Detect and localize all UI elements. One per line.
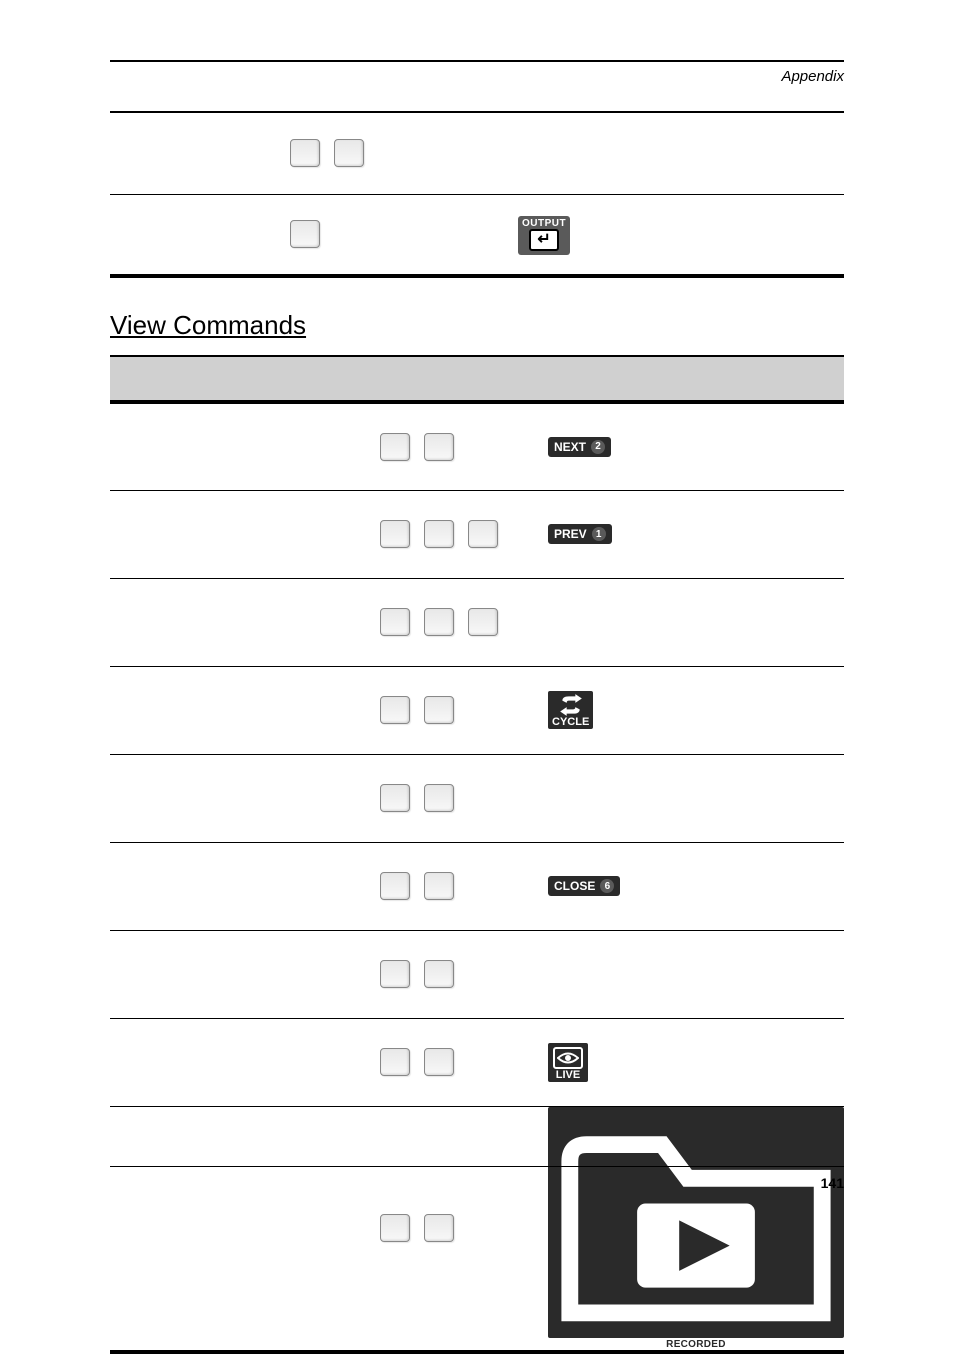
output-label: OUTPUT — [522, 218, 566, 229]
table-row — [110, 112, 844, 194]
keyboard-key-icon — [380, 960, 410, 988]
table-row: RECORDED — [110, 1106, 844, 1352]
keyboard-key-icon — [380, 433, 410, 461]
return-arrow-icon: ↵ — [529, 229, 559, 251]
button-number-badge: 6 — [600, 879, 614, 893]
keyboard-key-icon — [424, 784, 454, 812]
keyboard-key-icon — [290, 220, 320, 248]
recorded-button: RECORDED — [530, 1107, 844, 1351]
key-group — [360, 433, 530, 461]
header-rule — [110, 60, 844, 62]
section-heading: View Commands — [110, 310, 844, 341]
keyboard-key-icon — [424, 696, 454, 724]
key-group — [360, 608, 530, 636]
button-label: NEXT — [554, 440, 586, 454]
header-section-label: Appendix — [110, 68, 844, 85]
keyboard-key-icon — [380, 696, 410, 724]
keyboard-key-icon — [334, 139, 364, 167]
view-commands-table: NEXT 2 PREV 1 CYCLE CLOSE 6 LIVE RECORDED — [110, 355, 844, 1354]
key-group — [360, 1048, 530, 1076]
page-footer: 141 — [110, 1166, 844, 1191]
live-button: LIVE — [530, 1043, 844, 1082]
button-number-badge: 2 — [591, 440, 605, 454]
key-group — [270, 220, 500, 248]
table-row: NEXT 2 — [110, 402, 844, 490]
table-row: CYCLE — [110, 666, 844, 754]
key-group — [360, 960, 530, 988]
recorded-label: RECORDED — [666, 1339, 726, 1350]
page-number: 141 — [110, 1175, 844, 1191]
close-button: CLOSE 6 — [530, 876, 844, 896]
key-group — [360, 1214, 530, 1242]
key-group — [360, 872, 530, 900]
keyboard-key-icon — [424, 1048, 454, 1076]
keyboard-key-icon — [424, 872, 454, 900]
keyboard-key-icon — [380, 1048, 410, 1076]
top-command-table: OUTPUT↵ — [110, 111, 844, 278]
key-group — [360, 784, 530, 812]
table-header — [530, 356, 844, 402]
table-row — [110, 578, 844, 666]
keyboard-key-icon — [424, 520, 454, 548]
keyboard-key-icon — [380, 784, 410, 812]
folder-play-icon — [553, 1316, 839, 1333]
keyboard-key-icon — [380, 520, 410, 548]
next-button: NEXT 2 — [530, 437, 844, 457]
keyboard-key-icon — [424, 608, 454, 636]
table-row: LIVE — [110, 1018, 844, 1106]
keyboard-key-icon — [468, 520, 498, 548]
keyboard-key-icon — [424, 433, 454, 461]
keyboard-key-icon — [380, 608, 410, 636]
keyboard-key-icon — [290, 139, 320, 167]
key-group — [360, 520, 530, 548]
cycle-button: CYCLE — [530, 691, 844, 729]
keyboard-key-icon — [380, 1214, 410, 1242]
cycle-label: CYCLE — [552, 716, 589, 728]
keyboard-key-icon — [424, 1214, 454, 1242]
keyboard-key-icon — [424, 960, 454, 988]
output-button: OUTPUT↵ — [500, 213, 844, 255]
table-header — [110, 356, 360, 402]
button-label: CLOSE — [554, 879, 595, 893]
table-row: PREV 1 — [110, 490, 844, 578]
key-group — [270, 139, 500, 167]
button-label: PREV — [554, 527, 587, 541]
table-header — [360, 356, 530, 402]
key-group — [360, 696, 530, 724]
table-row — [110, 930, 844, 1018]
prev-button: PREV 1 — [530, 524, 844, 544]
table-row — [110, 754, 844, 842]
table-row: OUTPUT↵ — [110, 194, 844, 276]
cycle-arrows-icon — [558, 694, 584, 716]
keyboard-key-icon — [380, 872, 410, 900]
button-number-badge: 1 — [592, 527, 606, 541]
eye-icon — [553, 1047, 583, 1069]
live-label: LIVE — [556, 1069, 580, 1081]
table-row: CLOSE 6 — [110, 842, 844, 930]
keyboard-key-icon — [468, 608, 498, 636]
